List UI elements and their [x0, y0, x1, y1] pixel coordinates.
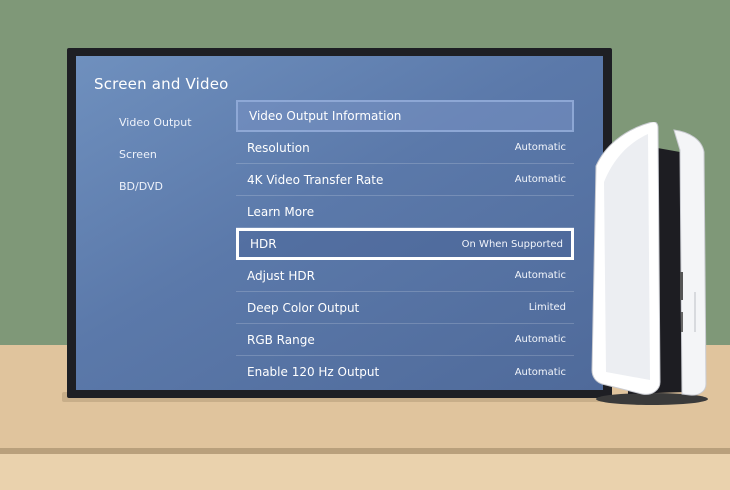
menu-item-label: Video Output Information — [249, 109, 402, 123]
menu-item-label: Adjust HDR — [247, 268, 315, 283]
menu-item-label: RGB Range — [247, 332, 315, 347]
menu-item-value: Automatic — [514, 142, 566, 153]
console-vent — [694, 292, 696, 332]
menu-item-value: Automatic — [514, 366, 566, 378]
menu-item-label: Resolution — [247, 140, 310, 155]
settings-menu: Video Output Information Resolution Auto… — [236, 100, 574, 388]
sidebar-item-bd-dvd[interactable]: BD/DVD — [119, 180, 163, 193]
desk-front — [0, 454, 730, 490]
sidebar-item-video-output[interactable]: Video Output — [119, 116, 192, 129]
menu-item-label: Learn More — [247, 204, 315, 219]
menu-item-hdr[interactable]: HDR On When Supported — [236, 228, 574, 260]
menu-item-learn-more[interactable]: Learn More — [236, 196, 574, 228]
menu-item-label: 4K Video Transfer Rate — [247, 172, 384, 187]
page-title: Screen and Video — [94, 75, 229, 93]
tv-screen: Screen and Video Video Output Screen BD/… — [76, 56, 603, 390]
console-slot — [680, 272, 683, 300]
menu-item-rgb-range[interactable]: RGB Range Automatic — [236, 324, 574, 356]
menu-item-adjust-hdr[interactable]: Adjust HDR Automatic — [236, 260, 574, 292]
menu-item-value: Automatic — [514, 334, 566, 345]
menu-item-deep-color-output[interactable]: Deep Color Output Limited — [236, 292, 574, 324]
menu-item-label: Deep Color Output — [247, 300, 360, 315]
menu-item-enable-120hz-output[interactable]: Enable 120 Hz Output Automatic — [236, 356, 574, 388]
menu-item-value: Automatic — [514, 270, 566, 281]
game-console-icon — [582, 122, 712, 407]
menu-item-label: HDR — [250, 237, 277, 251]
menu-item-value: Automatic — [514, 174, 566, 185]
sidebar-item-screen[interactable]: Screen — [119, 148, 157, 161]
menu-item-label: Enable 120 Hz Output — [247, 365, 380, 379]
menu-item-value: On When Supported — [461, 238, 563, 250]
menu-item-4k-video-transfer-rate[interactable]: 4K Video Transfer Rate Automatic — [236, 164, 574, 196]
menu-item-resolution[interactable]: Resolution Automatic — [236, 132, 574, 164]
console-port — [681, 312, 683, 332]
menu-item-video-output-information[interactable]: Video Output Information — [236, 100, 574, 132]
menu-item-value: Limited — [528, 302, 566, 313]
console-panel-shading — [604, 134, 650, 380]
game-console-icon — [591, 122, 708, 405]
